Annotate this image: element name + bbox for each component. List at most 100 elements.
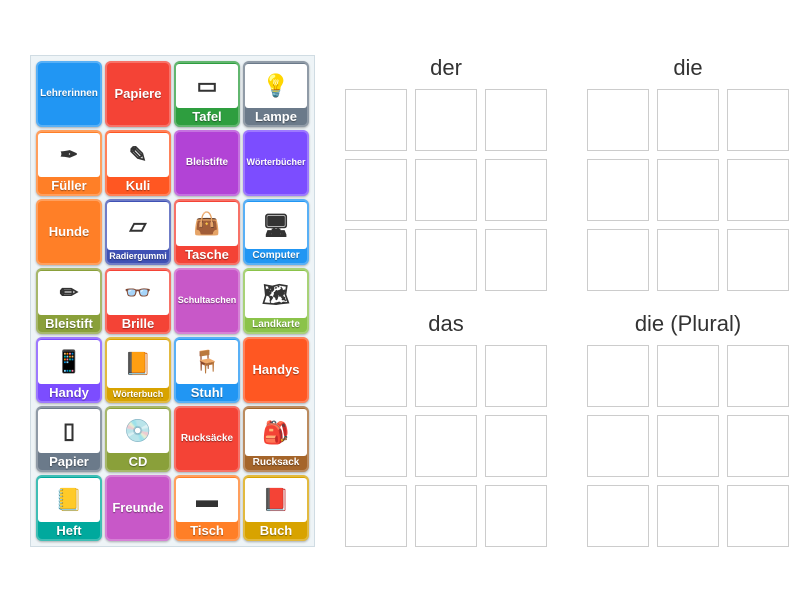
tile-label: Rucksäcke xyxy=(181,434,233,444)
tile-image-icon: ▬ xyxy=(176,478,238,522)
tile-label: Lampe xyxy=(255,110,297,123)
drop-slot[interactable] xyxy=(727,415,789,477)
drop-slot[interactable] xyxy=(727,485,789,547)
tile-wörterbuch[interactable]: 📙 Wörterbuch xyxy=(105,337,171,403)
tile-label: Papier xyxy=(49,455,89,468)
drop-slot[interactable] xyxy=(485,415,547,477)
tile-computer[interactable]: 🖥 Computer xyxy=(243,199,309,265)
tile-füller[interactable]: ✒Füller xyxy=(36,130,102,196)
tile-image-icon: 💡 xyxy=(245,64,307,108)
tile-tisch[interactable]: ▬ Tisch xyxy=(174,475,240,541)
tile-lehrerinnen[interactable]: Lehrerinnen xyxy=(36,61,102,127)
tile-bleistift[interactable]: ✏Bleistift xyxy=(36,268,102,334)
tile-heft[interactable]: 📒Heft xyxy=(36,475,102,541)
tile-label: Radiergummi xyxy=(109,252,167,261)
tile-image-icon: 💿 xyxy=(107,409,169,453)
tile-label: Freunde xyxy=(112,501,163,514)
drop-slot[interactable] xyxy=(415,415,477,477)
tile-handy[interactable]: 📱 Handy xyxy=(36,337,102,403)
tile-buch[interactable]: 📕Buch xyxy=(243,475,309,541)
tile-papier[interactable]: ▯Papier xyxy=(36,406,102,472)
tile-image-icon: 🖥 xyxy=(245,202,307,249)
drop-slot[interactable] xyxy=(657,345,719,407)
drop-slot[interactable] xyxy=(415,229,477,291)
tile-label: Tasche xyxy=(185,248,229,261)
drop-slot[interactable] xyxy=(485,159,547,221)
drop-slot[interactable] xyxy=(727,159,789,221)
tile-tafel[interactable]: ▭Tafel xyxy=(174,61,240,127)
target-title: die (Plural) xyxy=(635,311,741,337)
tile-rucksäcke[interactable]: Rucksäcke xyxy=(174,406,240,472)
target-group-die: die xyxy=(587,55,789,291)
drop-slot[interactable] xyxy=(345,229,407,291)
tile-stuhl[interactable]: 🪑Stuhl xyxy=(174,337,240,403)
tile-hunde[interactable]: Hunde xyxy=(36,199,102,265)
drop-slot[interactable] xyxy=(657,485,719,547)
tile-papiere[interactable]: Papiere xyxy=(105,61,171,127)
drop-slot[interactable] xyxy=(587,415,649,477)
tile-image-icon: ▭ xyxy=(176,64,238,108)
target-title: die xyxy=(673,55,702,81)
drop-slot[interactable] xyxy=(485,89,547,151)
drop-slot[interactable] xyxy=(657,415,719,477)
tile-label: Bleistift xyxy=(45,317,93,330)
tile-tasche[interactable]: 👜Tasche xyxy=(174,199,240,265)
drop-slot[interactable] xyxy=(587,89,649,151)
tile-freunde[interactable]: Freunde xyxy=(105,475,171,541)
drop-slot[interactable] xyxy=(727,89,789,151)
tile-label: Brille xyxy=(122,317,155,330)
tile-wörterbücher[interactable]: Wörterbücher xyxy=(243,130,309,196)
tile-handys[interactable]: Handys xyxy=(243,337,309,403)
drop-slot[interactable] xyxy=(657,159,719,221)
tile-label: Schultaschen xyxy=(178,296,237,305)
tile-brille[interactable]: 👓Brille xyxy=(105,268,171,334)
target-slots xyxy=(345,345,547,547)
target-group-der: der xyxy=(345,55,547,291)
tile-label: Handy xyxy=(49,386,89,399)
drop-slot[interactable] xyxy=(587,345,649,407)
drop-slot[interactable] xyxy=(587,229,649,291)
tile-image-icon: ✎ xyxy=(107,133,169,177)
drop-slot[interactable] xyxy=(345,159,407,221)
tile-lampe[interactable]: 💡 Lampe xyxy=(243,61,309,127)
tile-label: Tisch xyxy=(190,524,224,537)
tile-bleistifte[interactable]: Bleistifte xyxy=(174,130,240,196)
drop-slot[interactable] xyxy=(727,345,789,407)
tile-schultaschen[interactable]: Schultaschen xyxy=(174,268,240,334)
drop-slot[interactable] xyxy=(345,415,407,477)
tile-label: Wörterbuch xyxy=(113,390,164,399)
drop-slot[interactable] xyxy=(415,485,477,547)
drop-slot[interactable] xyxy=(485,485,547,547)
source-panel: Lehrerinnen Papiere ▭Tafel💡 Lampe ✒Füller✎ Ku… xyxy=(30,55,315,547)
tile-label: Bleistifte xyxy=(186,158,228,168)
tile-label: Papiere xyxy=(115,87,162,100)
tile-kuli[interactable]: ✎ Kuli xyxy=(105,130,171,196)
drop-slot[interactable] xyxy=(657,229,719,291)
tile-image-icon: 📱 xyxy=(38,340,100,384)
drop-slot[interactable] xyxy=(345,89,407,151)
drop-slot[interactable] xyxy=(485,229,547,291)
drop-slot[interactable] xyxy=(345,485,407,547)
tile-label: Lehrerinnen xyxy=(40,89,98,99)
tile-label: Wörterbücher xyxy=(246,158,305,167)
drop-slot[interactable] xyxy=(485,345,547,407)
tile-landkarte[interactable]: 🗺Landkarte xyxy=(243,268,309,334)
target-group-dieplural: die (Plural) xyxy=(587,311,789,547)
target-slots xyxy=(587,345,789,547)
drop-slot[interactable] xyxy=(415,159,477,221)
drop-slot[interactable] xyxy=(415,89,477,151)
drop-slot[interactable] xyxy=(657,89,719,151)
tile-image-icon: 📙 xyxy=(107,340,169,388)
drop-slot[interactable] xyxy=(415,345,477,407)
tile-radiergummi[interactable]: ▱Radiergummi xyxy=(105,199,171,265)
tile-label: Computer xyxy=(252,251,299,261)
drop-slot[interactable] xyxy=(587,485,649,547)
tile-label: Kuli xyxy=(126,179,151,192)
tile-label: Hunde xyxy=(49,225,89,238)
tile-rucksack[interactable]: 🎒Rucksack xyxy=(243,406,309,472)
drop-slot[interactable] xyxy=(345,345,407,407)
drop-slot[interactable] xyxy=(727,229,789,291)
target-group-das: das xyxy=(345,311,547,547)
tile-cd[interactable]: 💿CD xyxy=(105,406,171,472)
drop-slot[interactable] xyxy=(587,159,649,221)
